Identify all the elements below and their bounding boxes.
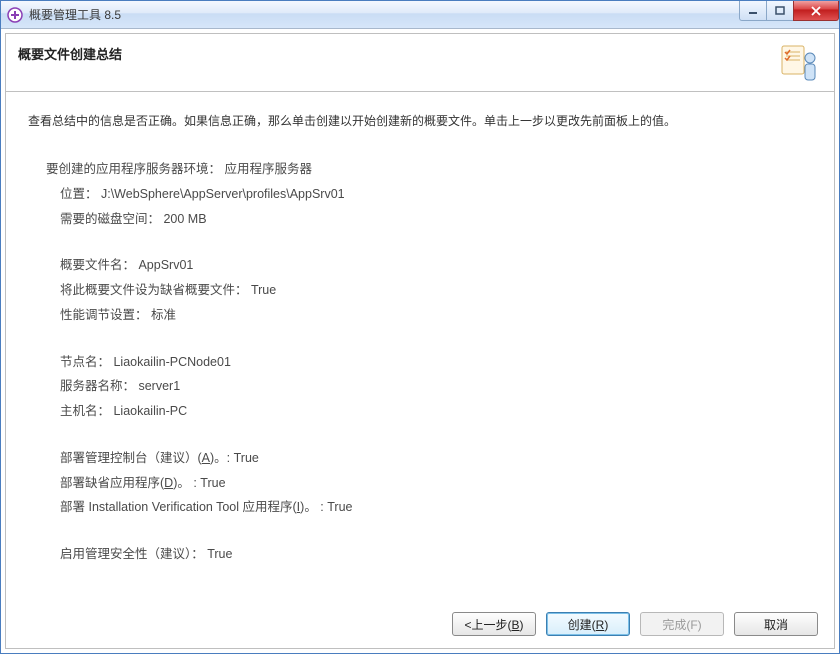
summary-box: 要创建的应用程序服务器环境： 应用程序服务器 位置： J:\WebSphere\… [28, 152, 812, 564]
window-title: 概要管理工具 8.5 [29, 6, 121, 23]
body-panel: 查看总结中的信息是否正确。如果信息正确，那么单击创建以开始创建新的概要文件。单击… [6, 92, 834, 601]
summary-profile-name: 概要文件名： AppSrv01 [46, 256, 794, 275]
page-content: 概要文件创建总结 查看总结中的信息是否正确。如果信息正确，那么单击创建以开始创建… [5, 33, 835, 649]
window-controls [740, 1, 839, 21]
summary-disk: 需要的磁盘空间： 200 MB [46, 210, 794, 229]
app-window: 概要管理工具 8.5 概要文件创建总结 [0, 0, 840, 654]
summary-env: 要创建的应用程序服务器环境： 应用程序服务器 [46, 160, 794, 179]
instruction-text: 查看总结中的信息是否正确。如果信息正确，那么单击创建以开始创建新的概要文件。单击… [28, 112, 812, 130]
summary-ivt: 部署 Installation Verification Tool 应用程序(I… [46, 498, 794, 517]
back-button[interactable]: <上一步(B) [452, 612, 536, 636]
finish-button: 完成(F) [640, 612, 724, 636]
cancel-button[interactable]: 取消 [734, 612, 818, 636]
summary-default-app: 部署缺省应用程序(D)。 : True [46, 474, 794, 493]
summary-default-profile: 将此概要文件设为缺省概要文件： True [46, 281, 794, 300]
app-icon [7, 7, 23, 23]
summary-host-name: 主机名： Liaokailin-PC [46, 402, 794, 421]
button-bar: <上一步(B) 创建(R) 完成(F) 取消 [6, 601, 834, 648]
summary-server-name: 服务器名称： server1 [46, 377, 794, 396]
summary-icon [780, 44, 822, 86]
create-button[interactable]: 创建(R) [546, 612, 630, 636]
header-panel: 概要文件创建总结 [6, 34, 834, 92]
close-button[interactable] [793, 1, 839, 21]
page-title: 概要文件创建总结 [18, 44, 122, 63]
maximize-button[interactable] [766, 1, 794, 21]
titlebar[interactable]: 概要管理工具 8.5 [1, 1, 839, 29]
minimize-button[interactable] [739, 1, 767, 21]
summary-node-name: 节点名： Liaokailin-PCNode01 [46, 353, 794, 372]
summary-admin-security: 启用管理安全性（建议）： True [46, 545, 794, 564]
summary-perf: 性能调节设置： 标准 [46, 306, 794, 325]
summary-admin-console: 部署管理控制台（建议）(A)。: True [46, 449, 794, 468]
summary-location: 位置： J:\WebSphere\AppServer\profiles\AppS… [46, 185, 794, 204]
